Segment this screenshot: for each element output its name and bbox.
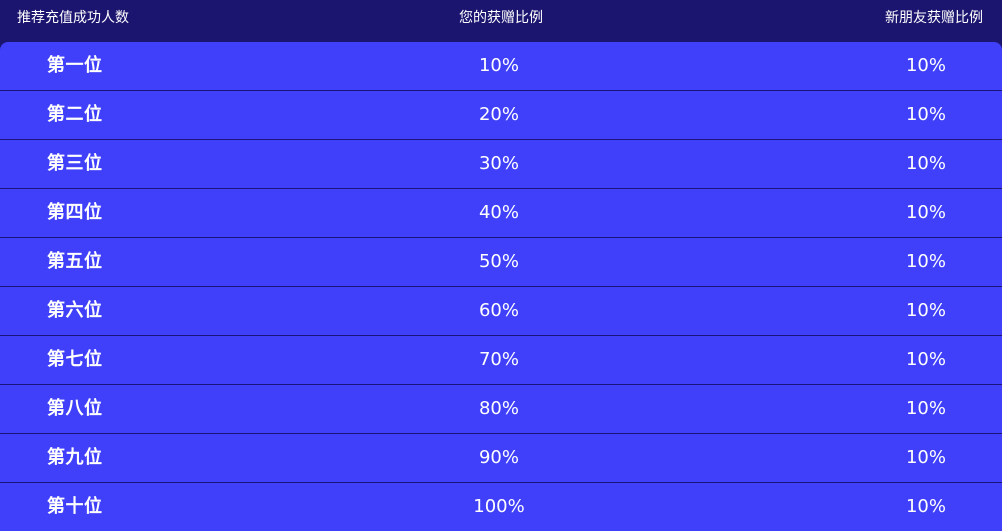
friend-ratio-cell: 10% (905, 398, 946, 419)
table-row: 第二位 20% 10% (0, 91, 1002, 140)
friend-ratio-cell: 10% (905, 202, 946, 223)
your-ratio-cell: 20% (478, 104, 519, 125)
your-ratio-cell: 90% (478, 447, 519, 468)
your-ratio-cell: 60% (478, 300, 519, 321)
your-ratio-cell: 30% (478, 153, 519, 174)
table-header: 推荐充值成功人数 您的获赠比例 新朋友获赠比例 (0, 0, 1002, 38)
table-row: 第六位 60% 10% (0, 287, 1002, 336)
friend-ratio-cell: 10% (905, 496, 946, 517)
reward-table: 第一位 10% 10% 第二位 20% 10% 第三位 30% 10% 第四位 … (0, 42, 1002, 531)
table-row: 第十位 100% 10% (0, 483, 1002, 531)
friend-ratio-cell: 10% (905, 349, 946, 370)
friend-ratio-cell: 10% (905, 104, 946, 125)
your-ratio-cell: 100% (473, 496, 525, 517)
friend-ratio-cell: 10% (905, 300, 946, 321)
table-row: 第三位 30% 10% (0, 140, 1002, 189)
table-row: 第八位 80% 10% (0, 385, 1002, 434)
your-ratio-cell: 70% (478, 349, 519, 370)
your-ratio-cell: 10% (478, 55, 519, 76)
header-friend-reward-ratio: 新朋友获赠比例 (885, 10, 983, 26)
your-ratio-cell: 40% (478, 202, 519, 223)
referral-reward-table-page: 推荐充值成功人数 您的获赠比例 新朋友获赠比例 第一位 10% 10% 第二位 … (0, 0, 1002, 531)
header-your-reward-ratio: 您的获赠比例 (459, 10, 543, 26)
friend-ratio-cell: 10% (905, 447, 946, 468)
table-row: 第一位 10% 10% (0, 42, 1002, 91)
friend-ratio-cell: 10% (905, 153, 946, 174)
your-ratio-cell: 50% (478, 251, 519, 272)
friend-ratio-cell: 10% (905, 55, 946, 76)
table-row: 第七位 70% 10% (0, 336, 1002, 385)
your-ratio-cell: 80% (478, 398, 519, 419)
friend-ratio-cell: 10% (905, 251, 946, 272)
table-row: 第四位 40% 10% (0, 189, 1002, 238)
table-row: 第五位 50% 10% (0, 238, 1002, 287)
table-row: 第九位 90% 10% (0, 434, 1002, 483)
